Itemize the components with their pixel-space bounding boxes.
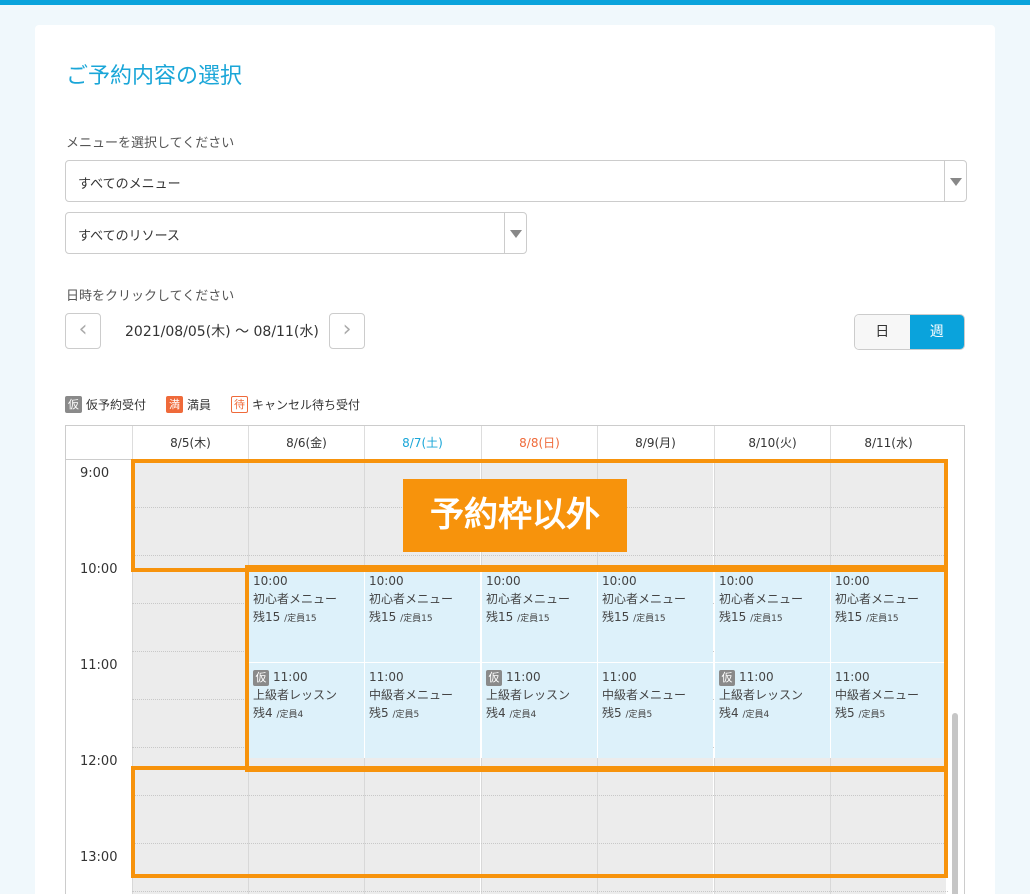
legend-text: 仮予約受付: [86, 398, 147, 412]
day-header: 8/5(木): [132, 426, 248, 460]
menu-select-value: すべてのメニュー: [78, 177, 181, 192]
menu-label: メニューを選択してください: [66, 136, 235, 151]
prev-week-button[interactable]: ‹: [65, 313, 101, 349]
calendar-scrollbar[interactable]: [952, 713, 958, 894]
day-header: 8/7(土): [364, 426, 480, 460]
day-header: 8/6(金): [248, 426, 364, 460]
chevron-down-icon: [944, 161, 966, 201]
waitlist-badge: 待: [231, 396, 248, 413]
annotation-callout: 予約枠以外: [403, 479, 627, 552]
day-header: 8/9(月): [597, 426, 713, 460]
hour-label: 10:00: [80, 562, 118, 577]
top-accent-bar: [0, 0, 1030, 5]
legend-text: 満員: [187, 398, 212, 412]
day-header: 8/10(火): [714, 426, 830, 460]
hour-label: 13:00: [80, 850, 118, 865]
day-header: 8/8(日): [481, 426, 597, 460]
resource-select-value: すべてのリソース: [78, 229, 180, 244]
day-header: 8/11(水): [830, 426, 946, 460]
provisional-badge: 仮: [65, 396, 82, 413]
menu-select[interactable]: すべてのメニュー: [65, 160, 967, 202]
datetime-label: 日時をクリックしてください: [66, 289, 235, 304]
chevron-right-icon: ›: [342, 317, 352, 342]
date-range: 2021/08/05(木) 〜 08/11(水): [125, 324, 319, 340]
full-badge: 満: [166, 396, 183, 413]
hour-label: 12:00: [80, 754, 118, 769]
legend-provisional: 仮 仮予約受付: [65, 396, 146, 413]
hour-label: 11:00: [80, 658, 118, 673]
next-week-button[interactable]: ›: [329, 313, 365, 349]
highlight-box-lower: [131, 766, 948, 878]
view-toggle: 日 週: [854, 314, 965, 350]
page-title: ご予約内容の選択: [66, 64, 243, 89]
week-view-button[interactable]: 週: [909, 315, 964, 349]
chevron-down-icon: [504, 213, 526, 253]
legend-text: キャンセル待ち受付: [252, 398, 361, 412]
legend-full: 満 満員: [166, 396, 211, 413]
chevron-left-icon: ‹: [78, 317, 88, 342]
hour-label: 9:00: [80, 466, 110, 481]
grid-line: [132, 891, 948, 892]
time-column: [66, 460, 132, 894]
highlight-box-slots: [245, 565, 948, 772]
legend-waitlist: 待 キャンセル待ち受付: [231, 396, 360, 413]
header-corner: [66, 426, 132, 460]
day-view-button[interactable]: 日: [855, 315, 910, 349]
resource-select[interactable]: すべてのリソース: [65, 212, 527, 254]
